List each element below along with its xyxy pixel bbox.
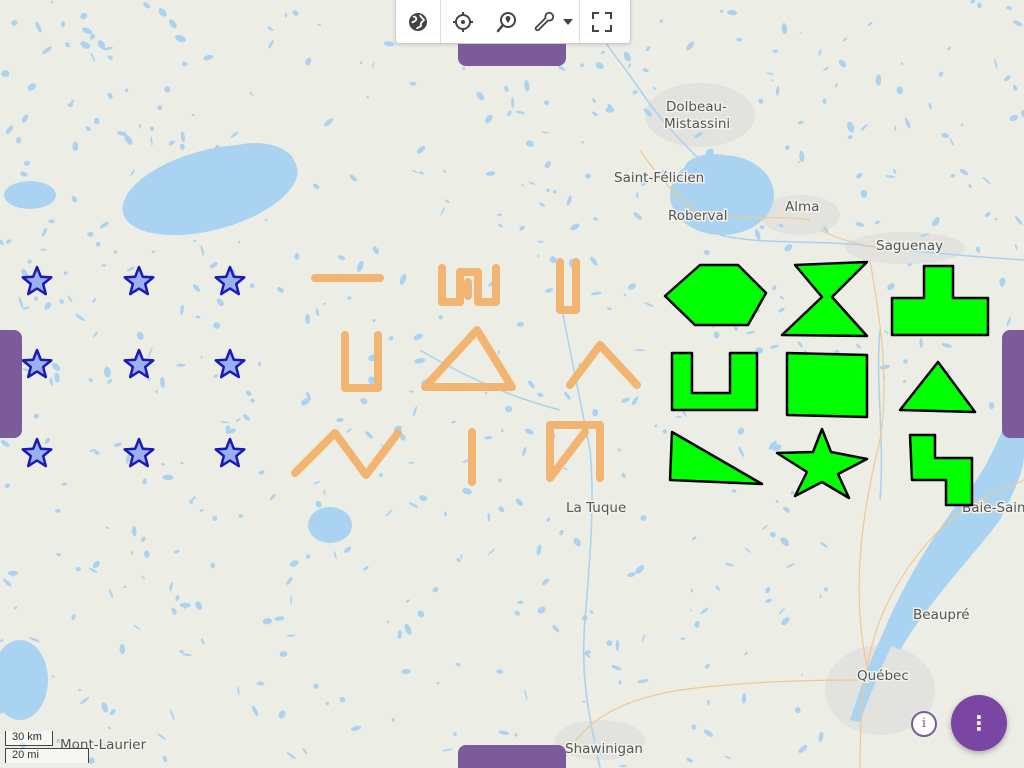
lake: [615, 639, 620, 652]
search-location-button[interactable]: [485, 0, 529, 43]
map-canvas[interactable]: Dolbeau- Mistassini Saint-Félicien Rober…: [0, 0, 1024, 768]
lake: [619, 764, 627, 768]
globe-button[interactable]: [396, 0, 440, 43]
city-label-mistassini: Mistassini: [664, 116, 730, 132]
city-label-saguenay: Saguenay: [876, 238, 943, 254]
crosshair-icon: [453, 11, 473, 32]
more-options-button[interactable]: ⋮: [951, 695, 1007, 751]
globe-icon: [409, 12, 427, 31]
city-label-la-tuque: La Tuque: [566, 500, 626, 516]
city-label-shawinigan: Shawinigan: [565, 741, 643, 757]
city-label-saint-felicien: Saint-Félicien: [614, 170, 704, 186]
right-panel-tab[interactable]: [1002, 330, 1024, 438]
fullscreen-icon: [592, 11, 612, 32]
lake: [162, 474, 174, 481]
caret-down-icon: [563, 18, 573, 25]
polygon-square[interactable]: [785, 351, 869, 419]
tools-dropdown-button[interactable]: [529, 0, 579, 43]
wrench-icon: [534, 11, 555, 31]
lake: [758, 200, 763, 206]
locate-button[interactable]: [441, 0, 485, 43]
scale-km: 30 km: [5, 731, 53, 746]
scale-mi: 20 mi: [5, 748, 89, 763]
lake: [772, 49, 779, 53]
search-location-icon: [496, 11, 516, 32]
city-label-quebec: Québec: [857, 668, 909, 684]
lake: [290, 595, 293, 605]
bottom-panel-tab[interactable]: [458, 745, 566, 768]
lake: [189, 499, 194, 504]
lake: [462, 66, 466, 71]
city-label-beaupre: Beaupré: [913, 607, 970, 623]
fullscreen-button[interactable]: [580, 0, 624, 43]
info-button[interactable]: i: [911, 711, 937, 737]
lake: [801, 673, 803, 676]
top-panel-tab[interactable]: [458, 44, 566, 66]
city-label-roberval: Roberval: [668, 208, 727, 224]
city-label-alma: Alma: [785, 199, 819, 215]
left-panel-tab[interactable]: [0, 330, 22, 438]
lake: [61, 21, 66, 28]
city-label-dolbeau: Dolbeau-: [666, 99, 727, 115]
map-toolbar: [395, 0, 631, 44]
